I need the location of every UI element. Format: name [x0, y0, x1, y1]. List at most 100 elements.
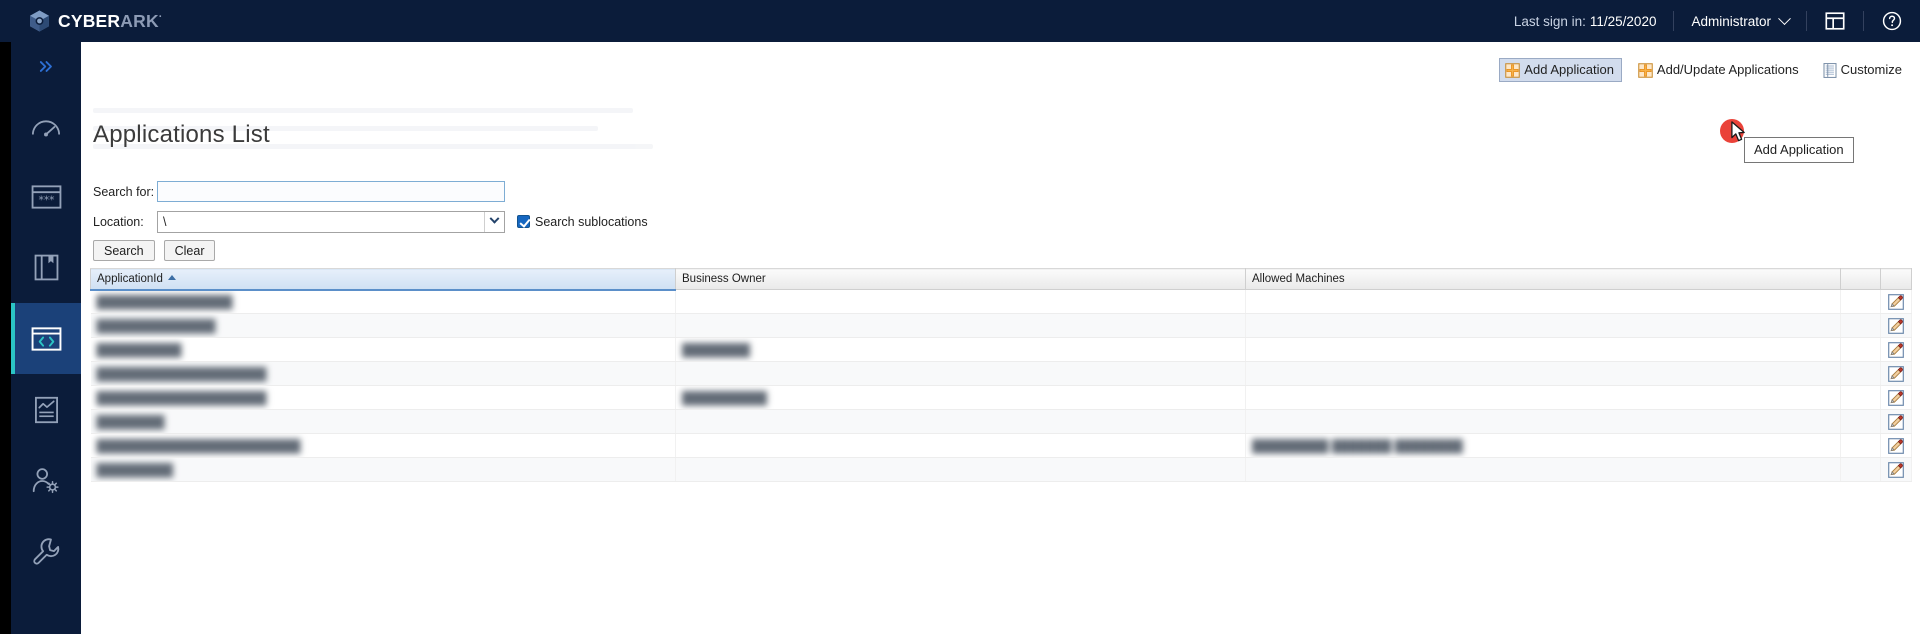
- cell-allowed-machines: [1245, 457, 1841, 482]
- left-sidebar: ***: [11, 42, 81, 634]
- chevron-down-icon[interactable]: [484, 211, 504, 232]
- page-toolbar: Add Application Add/Update Applications: [1499, 58, 1910, 82]
- search-form: Search for: Location: \ Search sublocati…: [93, 180, 648, 261]
- svg-text:***: ***: [38, 193, 54, 206]
- applications-table: ApplicationId Business Owner Allowed Mac…: [90, 268, 1912, 482]
- row-edit-button[interactable]: [1880, 385, 1912, 410]
- book-icon: [34, 254, 58, 281]
- code-brackets-icon: [31, 326, 61, 351]
- edit-pencil-icon: [1888, 389, 1904, 406]
- redacted-value: ██████████: [682, 390, 768, 405]
- table-row[interactable]: ████████████████: [90, 289, 1912, 314]
- table-row[interactable]: ████████████████████ ██████████: [90, 385, 1912, 410]
- password-vault-icon: ***: [31, 184, 61, 209]
- edit-pencil-icon: [1888, 461, 1904, 478]
- sidebar-expand-toggle[interactable]: [11, 42, 81, 90]
- row-edit-button[interactable]: [1880, 433, 1912, 458]
- cell-allowed-machines: [1245, 337, 1841, 362]
- search-input[interactable]: [157, 181, 505, 202]
- add-application-button[interactable]: Add Application: [1499, 58, 1622, 82]
- cell-application-id: ████████████████████: [90, 385, 676, 410]
- last-signin-label: Last sign in:: [1513, 13, 1586, 29]
- row-edit-button[interactable]: [1880, 337, 1912, 362]
- report-chart-icon: [34, 396, 58, 423]
- table-row[interactable]: ██████████████: [90, 313, 1912, 338]
- header-right-cluster: Last sign in: 11/25/2020 Administrator: [1497, 0, 1920, 42]
- cell-application-id: ████████████████: [90, 289, 676, 314]
- cell-business-owner: [675, 313, 1246, 338]
- redacted-value: █████████ ███████ ████████: [1252, 438, 1463, 453]
- last-signin-date: 11/25/2020: [1589, 13, 1657, 29]
- brand-text-secondary: ARK: [120, 10, 159, 31]
- cell-spacer: [1840, 289, 1881, 314]
- window-left-edge: [0, 42, 11, 634]
- chevron-double-right-icon: [39, 60, 52, 72]
- redacted-value: ████████: [96, 414, 165, 429]
- row-edit-button[interactable]: [1880, 361, 1912, 386]
- row-edit-button[interactable]: [1880, 457, 1912, 482]
- cell-business-owner: [675, 433, 1246, 458]
- cell-spacer: [1840, 337, 1881, 362]
- user-gear-icon: [32, 467, 59, 493]
- row-edit-button[interactable]: [1880, 409, 1912, 434]
- cyberark-cube-icon: [30, 10, 49, 32]
- search-sublocations-label: Search sublocations: [535, 214, 648, 229]
- cell-business-owner: ██████████: [675, 385, 1246, 410]
- edit-pencil-icon: [1888, 341, 1904, 358]
- location-select-value: \: [157, 210, 505, 233]
- table-row[interactable]: ████████: [90, 409, 1912, 434]
- list-columns-icon: [1823, 62, 1837, 78]
- chevron-down-icon: [1778, 11, 1791, 25]
- sidebar-item-tools[interactable]: [11, 516, 81, 587]
- help-button[interactable]: [1864, 11, 1920, 31]
- column-header-label: ApplicationId: [97, 272, 163, 285]
- cell-spacer: [1840, 433, 1881, 458]
- top-header-bar: CYBERARK· Last sign in: 11/25/2020 Admin…: [0, 0, 1920, 42]
- brand-trademark: ·: [158, 10, 163, 23]
- column-header-allowed-machines[interactable]: Allowed Machines: [1245, 268, 1841, 290]
- cell-allowed-machines: [1245, 289, 1841, 314]
- column-header-business-owner[interactable]: Business Owner: [675, 268, 1246, 290]
- search-button[interactable]: Search: [93, 240, 155, 261]
- table-row[interactable]: █████████: [90, 457, 1912, 482]
- cell-spacer: [1840, 457, 1881, 482]
- row-edit-button[interactable]: [1880, 313, 1912, 338]
- sidebar-item-accounts[interactable]: ***: [11, 161, 81, 232]
- brand-text-primary: CYBER: [58, 10, 121, 31]
- edit-pencil-icon: [1888, 365, 1904, 382]
- add-application-tooltip: Add Application: [1744, 137, 1854, 163]
- customize-label: Customize: [1840, 62, 1902, 77]
- row-edit-button[interactable]: [1880, 289, 1912, 314]
- sidebar-item-applications[interactable]: [11, 303, 81, 374]
- cyberark-logo[interactable]: CYBERARK·: [29, 10, 163, 32]
- cell-application-id: █████████: [90, 457, 676, 482]
- add-update-applications-label: Add/Update Applications: [1656, 62, 1799, 77]
- location-label: Location:: [93, 214, 144, 229]
- layout-panels-button[interactable]: [1807, 11, 1863, 31]
- sidebar-item-dashboard[interactable]: [11, 90, 81, 161]
- user-menu[interactable]: Administrator: [1674, 11, 1806, 31]
- cell-application-id: ██████████████: [90, 313, 676, 338]
- sort-ascending-icon: [167, 274, 176, 280]
- cell-business-owner: [675, 361, 1246, 386]
- tooltip-text: Add Application: [1754, 142, 1844, 157]
- brand-wordmark: CYBERARK·: [58, 10, 163, 31]
- column-header-label: Allowed Machines: [1252, 273, 1345, 285]
- clear-button[interactable]: Clear: [163, 240, 216, 261]
- cell-business-owner: [675, 409, 1246, 434]
- column-header-application-id[interactable]: ApplicationId: [90, 268, 676, 291]
- table-row[interactable]: ████████████████████████ █████████ ██████…: [90, 433, 1912, 458]
- cell-application-id: ██████████: [90, 337, 676, 362]
- checkbox-checked-icon: [517, 215, 530, 228]
- redacted-value: ████████: [682, 342, 751, 357]
- table-row[interactable]: ████████████████████: [90, 361, 1912, 386]
- sidebar-item-reports[interactable]: [11, 374, 81, 445]
- add-update-applications-button[interactable]: Add/Update Applications: [1632, 58, 1807, 82]
- customize-button[interactable]: Customize: [1817, 58, 1910, 82]
- table-row[interactable]: ██████████ ████████: [90, 337, 1912, 362]
- sidebar-item-policies[interactable]: [11, 232, 81, 303]
- search-sublocations-checkbox[interactable]: Search sublocations: [517, 215, 648, 229]
- edit-pencil-icon: [1888, 437, 1904, 454]
- location-select[interactable]: \: [157, 210, 505, 233]
- sidebar-item-administration[interactable]: [11, 445, 81, 516]
